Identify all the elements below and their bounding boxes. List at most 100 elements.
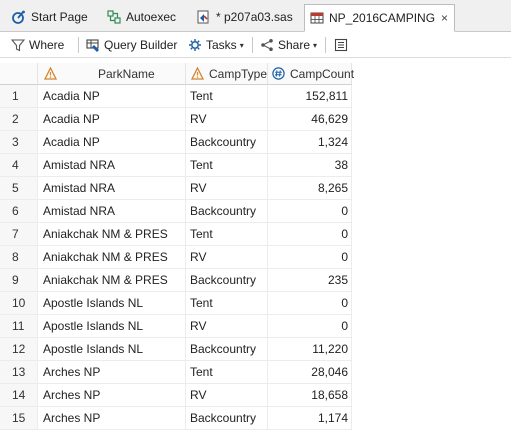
camptype-cell[interactable]: Tent [186, 85, 268, 108]
camptype-cell[interactable]: RV [186, 177, 268, 200]
campcount-cell[interactable]: 11,220 [268, 338, 352, 361]
parkname-cell[interactable]: Arches NP [38, 407, 186, 430]
table-row[interactable]: 12 Apostle Islands NL Backcountry 11,220 [0, 338, 352, 361]
campcount-cell[interactable]: 0 [268, 315, 352, 338]
parkname-cell[interactable]: Acadia NP [38, 85, 186, 108]
tab-autoexec[interactable]: Autoexec [107, 4, 176, 30]
camptype-cell[interactable]: RV [186, 108, 268, 131]
query-builder-label: Query Builder [104, 38, 178, 52]
camptype-cell[interactable]: RV [186, 246, 268, 269]
parkname-cell[interactable]: Amistad NRA [38, 154, 186, 177]
table-row[interactable]: 5 Amistad NRA RV 8,265 [0, 177, 352, 200]
flow-icon [107, 10, 121, 24]
share-label: Share [278, 38, 311, 52]
camptype-cell[interactable]: Tent [186, 361, 268, 384]
camptype-cell[interactable]: Backcountry [186, 200, 268, 223]
campcount-cell[interactable]: 18,658 [268, 384, 352, 407]
camptype-cell[interactable]: Backcountry [186, 269, 268, 292]
table-row[interactable]: 6 Amistad NRA Backcountry 0 [0, 200, 352, 223]
table-row[interactable]: 2 Acadia NP RV 46,629 [0, 108, 352, 131]
where-button[interactable]: Where [10, 32, 65, 58]
parkname-cell[interactable]: Acadia NP [38, 108, 186, 131]
row-number-cell: 13 [0, 361, 38, 384]
column-properties-icon [334, 38, 348, 52]
camptype-cell[interactable]: RV [186, 384, 268, 407]
grid-header: ParkName CampType CampCount [0, 63, 511, 85]
close-icon[interactable]: × [441, 11, 448, 25]
tab-label: * p207a03.sas [216, 10, 293, 24]
table-row[interactable]: 15 Arches NP Backcountry 1,174 [0, 407, 352, 430]
row-number-cell: 6 [0, 200, 38, 223]
parkname-cell[interactable]: Aniakchak NM & PRES [38, 246, 186, 269]
camptype-cell[interactable]: Backcountry [186, 407, 268, 430]
query-builder-icon [86, 38, 100, 52]
camptype-cell[interactable]: Backcountry [186, 131, 268, 154]
column-header-label: ParkName [98, 66, 155, 81]
tasks-label: Tasks [206, 38, 237, 52]
table-toolbar: Where Query Builder Tasks ▾ Share ▾ [0, 32, 511, 58]
campcount-cell[interactable]: 1,174 [268, 407, 352, 430]
campcount-cell[interactable]: 0 [268, 223, 352, 246]
campcount-cell[interactable]: 0 [268, 246, 352, 269]
parkname-cell[interactable]: Apostle Islands NL [38, 338, 186, 361]
camptype-cell[interactable]: Backcountry [186, 338, 268, 361]
row-number-cell: 5 [0, 177, 38, 200]
table-row[interactable]: 8 Aniakchak NM & PRES RV 0 [0, 246, 352, 269]
parkname-cell[interactable]: Amistad NRA [38, 177, 186, 200]
parkname-cell[interactable]: Arches NP [38, 361, 186, 384]
row-number-cell: 4 [0, 154, 38, 177]
row-number-cell: 2 [0, 108, 38, 131]
camptype-cell[interactable]: RV [186, 315, 268, 338]
campcount-cell[interactable]: 152,811 [268, 85, 352, 108]
campcount-cell[interactable]: 235 [268, 269, 352, 292]
campcount-cell[interactable]: 8,265 [268, 177, 352, 200]
tasks-menu-button[interactable]: Tasks ▾ [188, 32, 244, 58]
camptype-cell[interactable]: Tent [186, 223, 268, 246]
campcount-cell[interactable]: 46,629 [268, 108, 352, 131]
share-icon [260, 38, 274, 52]
parkname-cell[interactable]: Aniakchak NM & PRES [38, 269, 186, 292]
column-header-label: CampCount [290, 66, 355, 81]
table-row[interactable]: 10 Apostle Islands NL Tent 0 [0, 292, 352, 315]
parkname-cell[interactable]: Apostle Islands NL [38, 292, 186, 315]
row-number-cell: 8 [0, 246, 38, 269]
camptype-cell[interactable]: Tent [186, 154, 268, 177]
parkname-cell[interactable]: Acadia NP [38, 131, 186, 154]
toolbar-divider [325, 37, 326, 53]
column-header-campcount[interactable]: CampCount [268, 63, 355, 85]
table-row[interactable]: 11 Apostle Islands NL RV 0 [0, 315, 352, 338]
table-row[interactable]: 7 Aniakchak NM & PRES Tent 0 [0, 223, 352, 246]
tab-p207a03-sas[interactable]: * p207a03.sas [197, 4, 293, 30]
row-number-cell: 12 [0, 338, 38, 361]
camptype-cell[interactable]: Tent [186, 292, 268, 315]
column-properties-button[interactable] [334, 32, 352, 58]
campcount-cell[interactable]: 38 [268, 154, 352, 177]
tab-start-page[interactable]: Start Page [12, 4, 88, 30]
table-row[interactable]: 13 Arches NP Tent 28,046 [0, 361, 352, 384]
parkname-cell[interactable]: Amistad NRA [38, 200, 186, 223]
table-row[interactable]: 3 Acadia NP Backcountry 1,324 [0, 131, 352, 154]
table-row[interactable]: 4 Amistad NRA Tent 38 [0, 154, 352, 177]
tab-label: Autoexec [126, 10, 177, 24]
tab-np-2016camping[interactable]: NP_2016CAMPING × [304, 4, 456, 32]
parkname-cell[interactable]: Arches NP [38, 384, 186, 407]
query-builder-button[interactable]: Query Builder [86, 32, 177, 58]
chevron-down-icon: ▾ [313, 40, 318, 50]
table-row[interactable]: 1 Acadia NP Tent 152,811 [0, 85, 352, 108]
where-label: Where [29, 38, 65, 52]
chevron-down-icon: ▾ [239, 40, 244, 50]
campcount-cell[interactable]: 0 [268, 292, 352, 315]
parkname-cell[interactable]: Apostle Islands NL [38, 315, 186, 338]
campcount-cell[interactable]: 28,046 [268, 361, 352, 384]
table-icon [310, 11, 324, 25]
campcount-cell[interactable]: 0 [268, 200, 352, 223]
column-header-camptype[interactable]: CampType [186, 63, 268, 85]
table-row[interactable]: 14 Arches NP RV 18,658 [0, 384, 352, 407]
row-number-cell: 3 [0, 131, 38, 154]
row-number-cell: 14 [0, 384, 38, 407]
table-row[interactable]: 9 Aniakchak NM & PRES Backcountry 235 [0, 269, 352, 292]
column-header-parkname[interactable]: ParkName [38, 63, 186, 85]
share-menu-button[interactable]: Share ▾ [260, 32, 317, 58]
campcount-cell[interactable]: 1,324 [268, 131, 352, 154]
parkname-cell[interactable]: Aniakchak NM & PRES [38, 223, 186, 246]
